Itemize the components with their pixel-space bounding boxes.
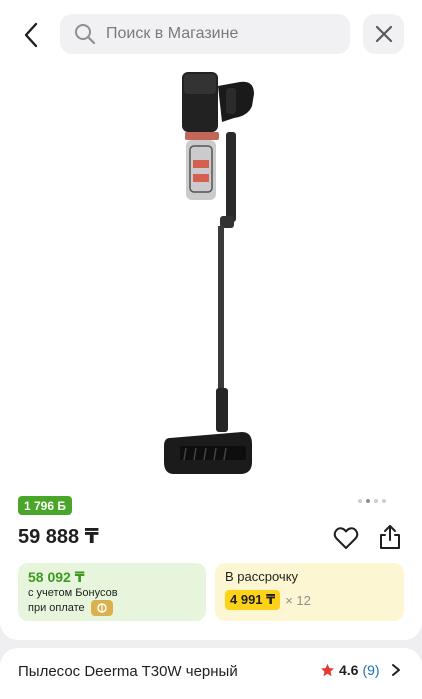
back-button[interactable] — [14, 18, 48, 52]
rating[interactable]: 4.6 (9) — [320, 662, 402, 678]
rating-value: 4.6 — [339, 662, 359, 678]
favorite-button[interactable] — [332, 524, 360, 552]
installment-multiplier: × 12 — [285, 592, 311, 608]
bonus-badge: 1 796 Б — [18, 496, 72, 515]
pagination-dot-active[interactable] — [366, 499, 370, 503]
search-box[interactable] — [60, 14, 350, 54]
star-icon — [321, 663, 334, 676]
installment-box[interactable]: В рассрочку 4 991 ₸ × 12 — [215, 563, 404, 621]
pagination-dot[interactable] — [358, 499, 362, 503]
coin-icon — [90, 600, 113, 616]
product-card: 1 796 Б 59 888 ₸ 58 092 ₸ с учетом Бонус… — [0, 0, 422, 640]
product-name: Пылесос Deerma T30W черный — [18, 663, 238, 680]
share-icon — [380, 525, 400, 549]
bonus-note-line2: при оплате — [28, 602, 85, 614]
heart-icon — [333, 527, 359, 549]
product-price: 59 888 ₸ — [18, 526, 99, 548]
search-icon — [75, 24, 96, 45]
close-icon — [375, 25, 392, 43]
share-button[interactable] — [376, 522, 404, 552]
pagination-dot[interactable] — [374, 499, 378, 503]
bonus-note-line1: с учетом Бонусов — [28, 587, 118, 599]
installment-title: В рассрочку — [225, 569, 299, 584]
chevron-right-icon — [391, 664, 400, 676]
top-bar — [0, 0, 422, 66]
pagination-dot[interactable] — [382, 499, 386, 503]
bonus-price-box[interactable]: 58 092 ₸ с учетом Бонусов при оплате — [18, 563, 206, 621]
close-button[interactable] — [363, 14, 404, 54]
product-image[interactable] — [130, 66, 290, 486]
product-title-card[interactable]: Пылесос Deerma T30W черный 4.6 (9) — [0, 648, 422, 699]
bonus-price: 58 092 ₸ — [28, 569, 85, 585]
installment-amount: 4 991 ₸ — [225, 590, 281, 610]
search-input[interactable] — [106, 25, 326, 43]
review-count[interactable]: (9) — [362, 662, 379, 678]
image-pagination — [358, 499, 386, 503]
chevron-left-icon — [24, 22, 38, 48]
